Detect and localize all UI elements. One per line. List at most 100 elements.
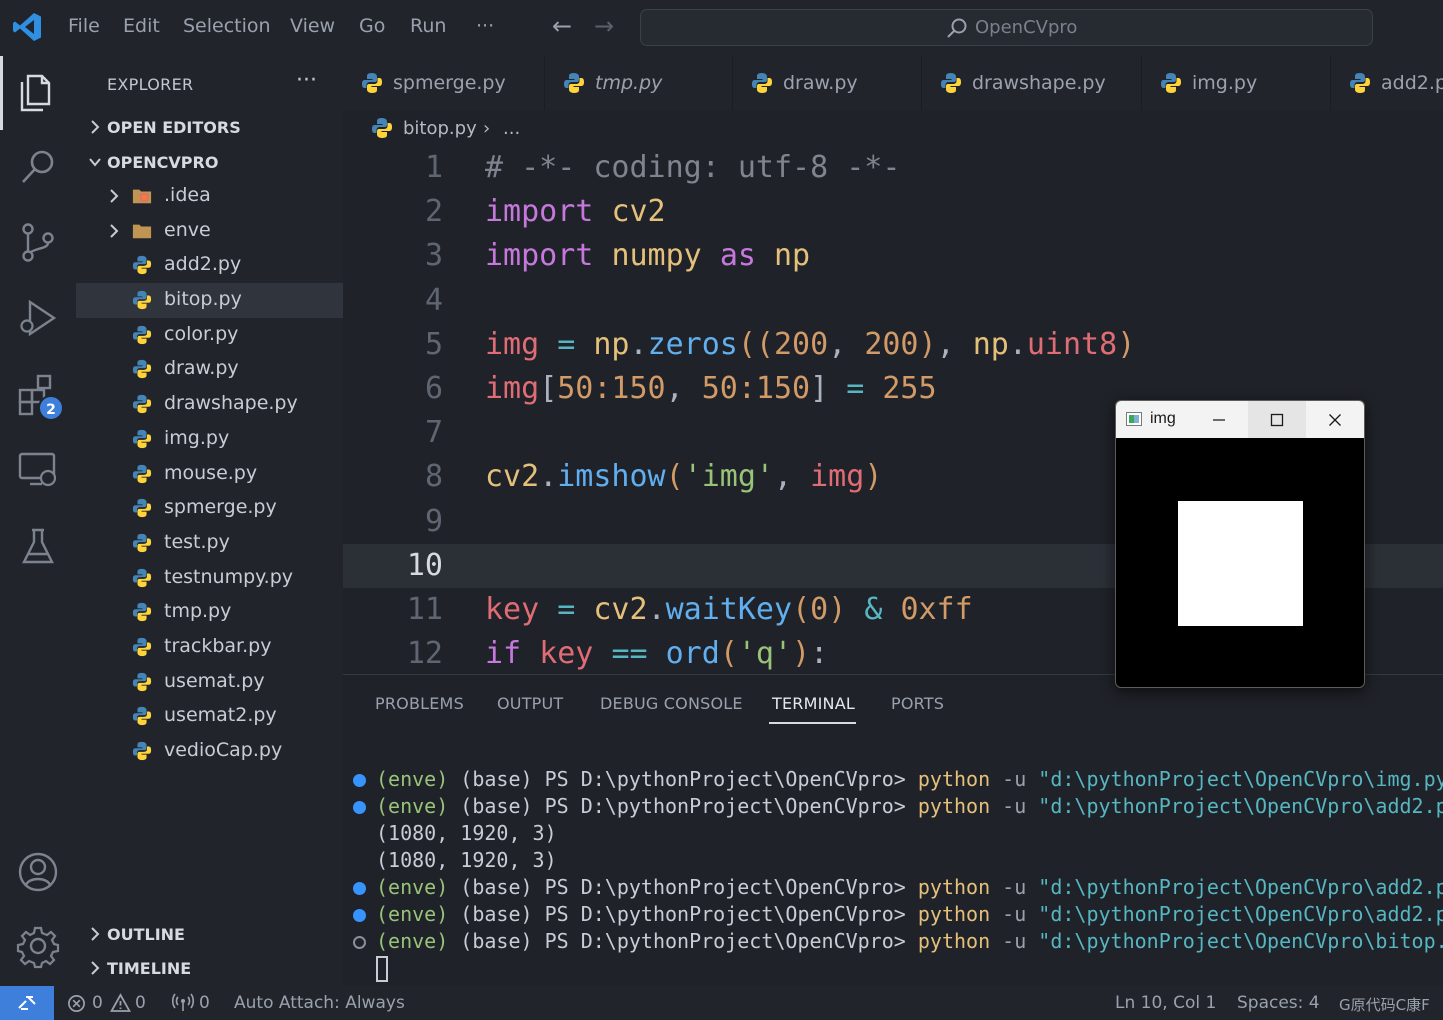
timeline-section[interactable]: TIMELINE	[76, 952, 343, 986]
breadcrumb-symbols[interactable]: ...	[503, 118, 520, 139]
code-line[interactable]: 1 # -*- coding: utf-8 -*-	[343, 146, 1443, 190]
warning-icon[interactable]	[110, 993, 131, 1013]
menu-selection[interactable]: Selection	[183, 15, 271, 37]
settings-gear-icon[interactable]	[14, 922, 62, 970]
terminal-cursor	[376, 956, 388, 982]
forward-arrow-icon[interactable]: →	[594, 12, 614, 40]
outline-section[interactable]: OUTLINE	[76, 918, 343, 952]
error-icon[interactable]	[67, 994, 86, 1013]
python-file-icon	[564, 73, 584, 93]
minimize-button[interactable]	[1190, 401, 1248, 438]
file-tree-item[interactable]: enve	[76, 214, 343, 249]
code-token: ,	[774, 459, 811, 495]
python-file-icon	[132, 325, 152, 344]
search-icon[interactable]	[14, 144, 62, 192]
opencv-image-window[interactable]: img	[1115, 400, 1365, 688]
indentation-status[interactable]: Spaces: 4	[1237, 993, 1320, 1013]
tab-terminal[interactable]: TERMINAL	[772, 694, 855, 713]
editor-tab[interactable]: add2.p	[1331, 56, 1443, 110]
file-tree-item[interactable]: add2.py	[76, 248, 343, 283]
run-debug-icon[interactable]	[14, 294, 62, 342]
command-status-dot-icon[interactable]	[353, 909, 366, 922]
file-name: testnumpy.py	[164, 565, 294, 588]
terminal-env: (enve)	[376, 767, 449, 791]
ports-broadcast-icon[interactable]	[172, 993, 194, 1013]
editor-tab[interactable]: img.py	[1142, 56, 1331, 110]
terminal-line: (enve) (base) PS D:\pythonProject\OpenCV…	[353, 875, 1443, 902]
editor-tab[interactable]: draw.py	[733, 56, 922, 110]
warning-count[interactable]: 0	[135, 993, 146, 1013]
error-count[interactable]: 0	[92, 993, 103, 1013]
back-arrow-icon[interactable]: ←	[552, 12, 572, 40]
tab-output[interactable]: OUTPUT	[497, 694, 563, 713]
editor-tab[interactable]: drawshape.py	[922, 56, 1142, 110]
file-tree-item[interactable]: drawshape.py	[76, 387, 343, 422]
code-text: img = np.zeros((200, 200), np.uint8)	[485, 327, 1135, 362]
account-icon[interactable]	[14, 848, 62, 896]
chevron-down-icon	[89, 158, 101, 167]
explorer-files-icon[interactable]	[14, 68, 62, 116]
menu-run[interactable]: Run	[410, 15, 446, 37]
auto-attach-status[interactable]: Auto Attach: Always	[234, 993, 405, 1013]
file-tree-item[interactable]: test.py	[76, 526, 343, 561]
menu-go[interactable]: Go	[359, 15, 385, 37]
file-tree-item[interactable]: usemat.py	[76, 665, 343, 700]
file-name: .idea	[164, 184, 211, 206]
code-token: .	[539, 459, 558, 495]
terminal-argument: "d:\pythonProject\OpenCVpro\img.py	[1038, 767, 1443, 791]
command-status-dot-icon[interactable]	[353, 882, 366, 895]
remote-indicator-button[interactable]	[0, 986, 54, 1020]
python-file-icon	[372, 118, 392, 138]
menu-file[interactable]: File	[68, 15, 100, 37]
file-tree-item[interactable]: bitop.py	[76, 283, 343, 318]
code-token: )	[1117, 326, 1136, 362]
ports-count[interactable]: 0	[199, 993, 210, 1013]
code-line[interactable]: 3 import numpy as np	[343, 234, 1443, 278]
maximize-button[interactable]	[1248, 401, 1306, 438]
file-tree-item[interactable]: vedioCap.py	[76, 734, 343, 769]
terminal-output[interactable]: (enve) (base) PS D:\pythonProject\OpenCV…	[353, 767, 1443, 983]
file-tree-item[interactable]: spmerge.py	[76, 491, 343, 526]
code-token: zeros	[647, 326, 738, 362]
tab-debug-console[interactable]: DEBUG CONSOLE	[600, 694, 743, 713]
encoding-status[interactable]: G原代码C康F	[1339, 994, 1430, 1015]
editor-tab[interactable]: spmerge.py	[343, 56, 545, 110]
command-status-dot-icon[interactable]	[353, 801, 366, 814]
remote-explorer-icon[interactable]	[14, 446, 62, 494]
image-window-titlebar[interactable]: img	[1116, 401, 1364, 438]
close-button[interactable]	[1306, 401, 1364, 438]
code-line[interactable]: 5 img = np.zeros((200, 200), np.uint8)	[343, 323, 1443, 367]
code-line[interactable]: 4	[343, 279, 1443, 323]
code-token: as	[719, 238, 756, 274]
python-file-icon	[132, 741, 152, 761]
cursor-position[interactable]: Ln 10, Col 1	[1115, 993, 1216, 1013]
file-tree-item[interactable]: .idea	[76, 179, 343, 214]
source-control-icon[interactable]	[14, 218, 62, 266]
file-tree-item[interactable]: draw.py	[76, 352, 343, 387]
testing-flask-icon[interactable]	[14, 522, 62, 570]
file-tree-item[interactable]: usemat2.py	[76, 699, 343, 734]
tab-problems[interactable]: PROBLEMS	[375, 694, 464, 713]
menu-more[interactable]: ···	[476, 15, 494, 37]
terminal-input-line[interactable]	[353, 956, 1443, 983]
menu-edit[interactable]: Edit	[123, 15, 160, 37]
project-section[interactable]: OPENCVPRO	[76, 146, 343, 180]
file-tree-item[interactable]: testnumpy.py	[76, 561, 343, 596]
file-tree-item[interactable]: img.py	[76, 422, 343, 457]
editor-tab[interactable]: tmp.py	[545, 56, 733, 110]
file-tree-item[interactable]: tmp.py	[76, 595, 343, 630]
menu-view[interactable]: View	[290, 15, 335, 37]
file-tree-item[interactable]: mouse.py	[76, 457, 343, 492]
file-tree-item[interactable]: color.py	[76, 318, 343, 353]
python-file-icon	[132, 707, 152, 726]
command-center-search[interactable]: OpenCVpro	[640, 9, 1373, 46]
command-status-dot-icon[interactable]	[353, 774, 366, 787]
code-line[interactable]: 2 import cv2	[343, 190, 1443, 234]
breadcrumb-file[interactable]: bitop.py	[403, 118, 477, 139]
file-tree-item[interactable]: trackbar.py	[76, 630, 343, 665]
explorer-more-button[interactable]: ···	[296, 68, 317, 93]
open-editors-section[interactable]: OPEN EDITORS	[76, 111, 343, 145]
code-token: .	[1008, 326, 1027, 362]
command-status-dot-icon[interactable]	[353, 936, 366, 949]
tab-ports[interactable]: PORTS	[891, 694, 944, 713]
